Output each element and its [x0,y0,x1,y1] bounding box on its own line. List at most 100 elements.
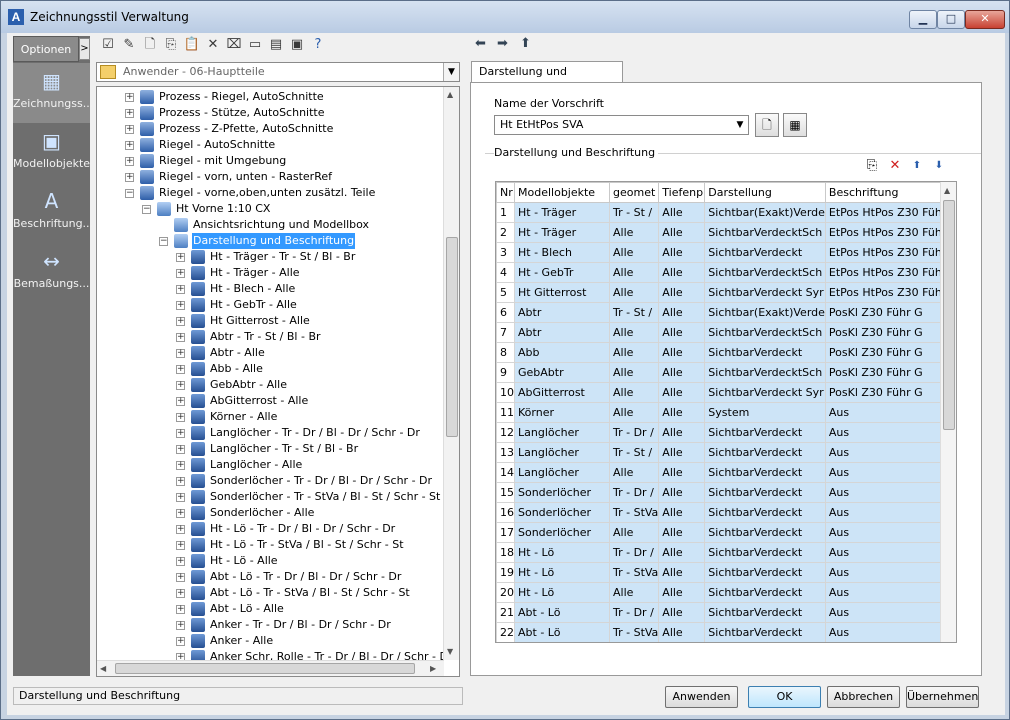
table-row[interactable]: 6 Abtr Tr - St / Alle Sichtbar(Exakt)Verde Po… [496,302,948,323]
tree-node[interactable]: + Prozess - Riegel, AutoSchnitte [97,89,444,105]
tree-node[interactable]: + Langlöcher - Tr - St / Bl - Br [97,441,444,457]
table-cell[interactable]: Alle [658,402,706,423]
table-cell[interactable]: SichtbarVerdeckt [704,462,826,483]
table-row[interactable]: 12 Langlöcher Tr - Dr / Alle SichtbarVerdeck… [496,422,948,443]
table-cell[interactable]: Alle [658,582,706,603]
table-cell[interactable]: Alle [658,202,706,223]
table-cell[interactable]: Ht - Träger [514,202,610,223]
table-cell[interactable]: SichtbarVerdeckt [704,522,826,543]
table-row[interactable]: 16 Sonderlöcher Tr - StVa Alle SichtbarVerde… [496,502,948,523]
table-cell[interactable]: Ht - GebTr [514,262,610,283]
tab-display-and-annotation[interactable]: Darstellung und Beschriftung [471,61,623,98]
options-expand-button[interactable]: > [79,38,90,60]
table-row[interactable]: 2 Ht - Träger Alle Alle SichtbarVerdecktSch E… [496,222,948,243]
table-cell[interactable]: Tr - Dr / [608,602,660,623]
scroll-thumb[interactable] [115,663,415,674]
table-cell[interactable]: Alle [608,322,660,343]
table-cell[interactable]: Alle [608,462,660,483]
table-cell[interactable]: Alle [658,462,706,483]
expand-icon[interactable]: + [176,461,185,470]
tree-node[interactable]: + Ht - Träger - Alle [97,265,444,281]
tree-node[interactable]: + Abt - Lö - Tr - StVa / Bl - St / Schr -… [97,585,444,601]
ok-button[interactable]: OK [748,686,821,708]
tree-node[interactable]: + Riegel - AutoSchnitte [97,137,444,153]
expand-icon[interactable]: + [176,301,185,310]
column-header[interactable]: Beschriftung [824,182,948,203]
chevron-down-icon[interactable]: ▼ [732,116,748,134]
table-cell[interactable]: Ht - Blech [514,242,610,263]
table-row[interactable]: 9 GebAbtr Alle Alle SichtbarVerdecktSch PosKl… [496,362,948,383]
table-cell[interactable]: Tr - St / [608,202,660,223]
table-cell[interactable]: PosKl Z30 Führ G [824,322,948,343]
tree-node[interactable]: + Abt - Lö - Tr - Dr / Bl - Dr / Schr - D… [97,569,444,585]
tree-node[interactable]: + Abb - Alle [97,361,444,377]
table-cell[interactable]: Sonderlöcher [514,482,610,503]
table-cell[interactable]: Ht - Lö [514,582,610,603]
table-cell[interactable]: Alle [608,282,660,303]
table-row[interactable]: 18 Ht - Lö Tr - Dr / Alle SichtbarVerdeckt Au… [496,542,948,563]
tree-node[interactable]: + Ht - Blech - Alle [97,281,444,297]
tree-node[interactable]: + Sonderlöcher - Alle [97,505,444,521]
delete-row-icon[interactable]: ✕ [887,158,903,174]
table-cell[interactable]: EtPos HtPos Z30 Führ [824,242,948,263]
expand-icon[interactable]: + [176,621,185,630]
nav-item-dimension[interactable]: ↔ Bemaßungs... [13,243,90,303]
style-tree[interactable]: + Prozess - Riegel, AutoSchnitte + Prozess … [96,86,460,677]
scroll-up-icon[interactable]: ▲ [447,90,453,99]
table-cell[interactable]: EtPos HtPos Z30 Führ [824,282,948,303]
table-row[interactable]: 4 Ht - GebTr Alle Alle SichtbarVerdecktSch Et… [496,262,948,283]
apply-button[interactable]: Anwenden [665,686,738,708]
nav-item-annotation[interactable]: A Beschriftung... [13,183,93,243]
table-cell[interactable]: Tr - Dr / [608,542,660,563]
table-cell[interactable]: Körner [514,402,610,423]
table-cell[interactable]: Aus [824,502,948,523]
table-cell[interactable]: Alle [608,262,660,283]
table-cell[interactable]: Abtr [514,322,610,343]
table-cell[interactable]: Abt - Lö [514,622,610,642]
rule-name-dropdown[interactable]: Ht EtHtPos SVA ▼ [494,115,749,135]
tree-vertical-scrollbar[interactable]: ▲ ▼ [443,87,459,660]
table-cell[interactable]: Aus [824,482,948,503]
table-cell[interactable]: Aus [824,522,948,543]
scroll-right-icon[interactable]: ▶ [430,664,436,673]
expand-icon[interactable]: + [176,589,185,598]
expand-icon[interactable]: + [176,493,185,502]
copy-icon[interactable]: ⎘ [162,36,180,54]
table-cell[interactable]: SichtbarVerdecktSch [704,222,826,243]
tree-node[interactable]: + Langlöcher - Tr - Dr / Bl - Dr / Schr -… [97,425,444,441]
table-cell[interactable]: Aus [824,442,948,463]
table-row[interactable]: 17 Sonderlöcher Alle Alle SichtbarVerdeckt Au… [496,522,948,543]
table-cell[interactable]: SichtbarVerdeckt Syr [704,282,826,303]
table-cell[interactable]: Aus [824,582,948,603]
expand-icon[interactable]: + [176,637,185,646]
expand-icon[interactable]: + [125,173,134,182]
table-cell[interactable]: SichtbarVerdeckt [704,422,826,443]
tree-node[interactable]: + Abtr - Alle [97,345,444,361]
table-row[interactable]: 19 Ht - Lö Tr - StVa Alle SichtbarVerdeckt Au… [496,562,948,583]
table-cell[interactable]: Alle [608,222,660,243]
expand-icon[interactable]: + [125,109,134,118]
table-cell[interactable]: PosKl Z30 Führ G [824,382,948,403]
table-cell[interactable]: AbGitterrost [514,382,610,403]
table-cell[interactable]: SichtbarVerdeckt [704,502,826,523]
table-cell[interactable]: Tr - StVa [608,562,660,583]
tree-node[interactable]: + Sonderlöcher - Tr - Dr / Bl - Dr / Schr… [97,473,444,489]
expand-icon[interactable]: + [176,285,185,294]
expand-icon[interactable]: + [176,605,185,614]
table-cell[interactable]: Alle [658,502,706,523]
options-button[interactable]: Optionen [13,36,79,62]
table-cell[interactable]: Alle [608,522,660,543]
minimize-button[interactable]: ▁ [909,10,937,29]
table-cell[interactable]: Alle [658,302,706,323]
tree-node[interactable]: Ansichtsrichtung und Modellbox [97,217,444,233]
table-cell[interactable]: Ht - Träger [514,222,610,243]
table-cell[interactable]: Alle [658,362,706,383]
expand-icon[interactable]: + [176,253,185,262]
expand-icon[interactable]: + [176,381,185,390]
table-cell[interactable]: Alle [658,422,706,443]
close-button[interactable]: ✕ [965,10,1005,29]
expand-icon[interactable]: + [176,573,185,582]
table-cell[interactable]: Alle [608,582,660,603]
table-cell[interactable]: Alle [658,222,706,243]
table-row[interactable]: 15 Sonderlöcher Tr - Dr / Alle SichtbarVerde… [496,482,948,503]
